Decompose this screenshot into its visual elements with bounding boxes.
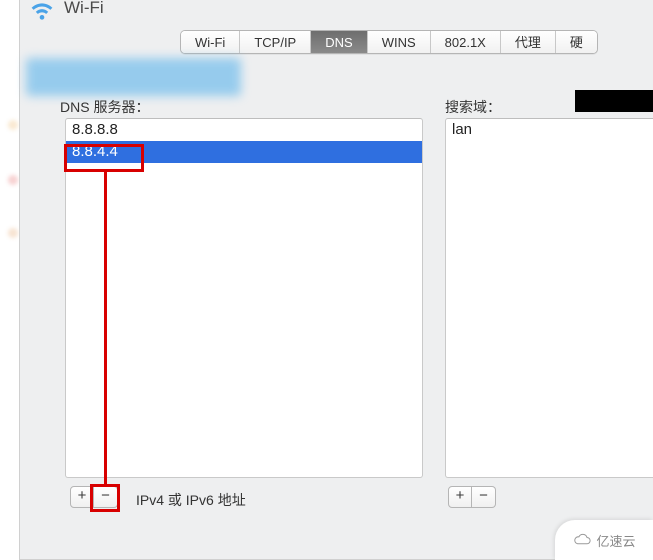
dns-server-row[interactable]: 8.8.4.4 [66, 141, 422, 163]
network-advanced-sheet: Wi-Fi Wi-Fi TCP/IP DNS WINS 802.1X 代理 硬 … [19, 0, 653, 560]
tab-dns[interactable]: DNS [311, 31, 367, 53]
remove-search-domain-button[interactable]: − [472, 486, 496, 508]
tab-proxy[interactable]: 代理 [501, 31, 556, 53]
tab-8021x[interactable]: 802.1X [431, 31, 501, 53]
search-domain-row[interactable]: lan [446, 119, 653, 141]
tab-wifi[interactable]: Wi-Fi [181, 31, 240, 53]
add-search-domain-button[interactable]: + [448, 486, 472, 508]
remove-dns-button[interactable]: − [94, 486, 118, 508]
tab-bar: Wi-Fi TCP/IP DNS WINS 802.1X 代理 硬 [180, 30, 598, 54]
redacted-region [575, 90, 653, 112]
search-list-buttons: + − [448, 486, 496, 508]
blurred-status-dot [8, 175, 18, 185]
blurred-background-selection [26, 58, 241, 96]
source-watermark: 亿速云 [555, 520, 653, 560]
blurred-status-dot [8, 228, 18, 238]
dns-hint-text: IPv4 或 IPv6 地址 [136, 490, 246, 510]
tab-wins[interactable]: WINS [368, 31, 431, 53]
dns-list-buttons: + − [70, 486, 118, 508]
dns-servers-list[interactable]: 8.8.8.8 8.8.4.4 [65, 118, 423, 478]
add-dns-button[interactable]: + [70, 486, 94, 508]
blurred-status-dot [8, 120, 18, 130]
wifi-icon [28, 0, 56, 22]
cloud-icon [572, 532, 592, 548]
search-domains-label: 搜索域： [445, 97, 501, 117]
tab-tcpip[interactable]: TCP/IP [240, 31, 311, 53]
sheet-header: Wi-Fi [28, 0, 104, 22]
search-domains-list[interactable]: lan [445, 118, 653, 478]
dns-servers-label: DNS 服务器： [60, 97, 149, 117]
watermark-text: 亿速云 [596, 531, 635, 550]
dns-server-row[interactable]: 8.8.8.8 [66, 119, 422, 141]
sheet-title: Wi-Fi [64, 0, 104, 18]
tab-hardware[interactable]: 硬 [556, 31, 597, 53]
